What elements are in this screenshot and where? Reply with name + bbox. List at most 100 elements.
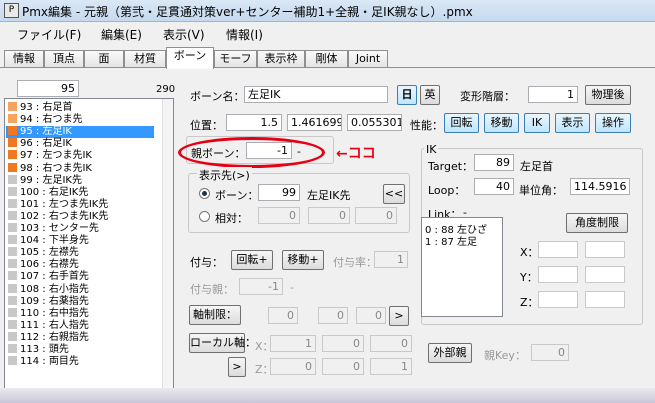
ik-target-name: 左足首: [520, 160, 553, 173]
tab-rigid-body[interactable]: 剛体: [305, 50, 348, 68]
ik-loop-input[interactable]: 40: [474, 178, 514, 195]
bone-list-item[interactable]: 100 : 右足IK先: [6, 186, 88, 199]
position-x-input[interactable]: 1.5: [226, 114, 282, 131]
bone-list-item[interactable]: 97 : 左つま先IK: [6, 150, 92, 162]
local-x1-input[interactable]: 1: [270, 335, 316, 352]
menu-bar: ファイル(F) 編集(E) 表示(V) 情報(I): [0, 22, 655, 44]
bone-color-marker: [8, 223, 17, 232]
ik-z-min-input[interactable]: [538, 291, 578, 308]
window-title: Pmx編集 - 元親（第弐・足貫通対策ver+センター補助1+全親・足IK親なし…: [22, 5, 473, 19]
bone-list-item[interactable]: 111 : 右人指先: [6, 319, 89, 332]
physics-after-button[interactable]: 物理後: [585, 85, 631, 105]
bone-list-item-label: 95 : 左足IK: [20, 126, 72, 138]
relative-x-input[interactable]: 0: [258, 207, 300, 224]
bone-color-marker: [8, 319, 17, 329]
ik-link-item[interactable]: 1 : 87 左足: [425, 233, 477, 248]
bone-list-item[interactable]: 101 : 左つま先IK先: [6, 198, 108, 211]
ik-link-list[interactable]: 0 : 88 左ひざ 1 : 87 左足: [421, 217, 503, 317]
perf-move-button[interactable]: 移動: [484, 113, 519, 133]
grant-rotate-button[interactable]: 回転+: [231, 250, 273, 270]
bone-list-item[interactable]: 110 : 右中指先: [6, 307, 89, 320]
grant-parent-input[interactable]: -1: [239, 278, 283, 295]
local-z-go-button[interactable]: >: [228, 357, 246, 377]
bone-list-item[interactable]: 103 : センター先: [6, 223, 99, 235]
axis-go-button[interactable]: >: [389, 306, 409, 326]
radio-relative[interactable]: [199, 211, 210, 222]
perf-display-button[interactable]: 表示: [555, 113, 590, 133]
local-x3-input[interactable]: 0: [370, 335, 412, 352]
ik-y-max-input[interactable]: [585, 266, 625, 283]
bone-list-item[interactable]: 112 : 右親指先: [6, 331, 89, 344]
scrollbar[interactable]: [162, 99, 173, 397]
parent-key-label: 親Key：: [484, 349, 526, 362]
bone-list-item[interactable]: 109 : 右薬指先: [6, 295, 89, 308]
axis-limit-button[interactable]: 軸制限：: [189, 305, 241, 325]
parent-key-input[interactable]: 0: [531, 344, 569, 361]
ik-z-max-input[interactable]: [585, 291, 625, 308]
axis-x-input[interactable]: 0: [268, 307, 298, 324]
bone-list-item[interactable]: 113 : 頭先: [6, 344, 69, 356]
local-axis-button[interactable]: ローカル軸：: [189, 333, 256, 353]
axis-y-input[interactable]: 0: [318, 307, 348, 324]
bone-list-item[interactable]: 96 : 右足IK: [6, 138, 72, 150]
menu-info[interactable]: 情報(I): [226, 26, 263, 43]
angle-limit-button[interactable]: 角度制限: [566, 213, 628, 233]
bone-list-item[interactable]: 98 : 右つま先IK: [6, 162, 92, 175]
bone-list-item-label: 102 : 右つま先IK先: [20, 210, 109, 222]
bone-list-item-label: 110 : 右中指先: [20, 307, 89, 319]
local-x2-input[interactable]: 0: [322, 335, 364, 352]
tab-vertex[interactable]: 頂点: [44, 50, 84, 68]
position-z-input[interactable]: 0.0553014: [347, 114, 402, 131]
local-z3-input[interactable]: 1: [370, 358, 412, 375]
bone-list-item[interactable]: 94 : 右つま先: [6, 114, 82, 126]
dest-jump-button[interactable]: <<: [383, 184, 405, 204]
perf-rotate-button[interactable]: 回転: [444, 113, 479, 133]
tab-joint[interactable]: Joint: [348, 50, 388, 68]
ik-x-min-input[interactable]: [538, 241, 578, 258]
radio-bone[interactable]: [199, 188, 210, 199]
bone-list[interactable]: 93 : 右足首 94 : 右つま先 95 : 左足IK 96 : 右足IK 97 : …: [4, 98, 174, 398]
dest-bone-input[interactable]: 99: [258, 184, 300, 201]
grant-rate-input[interactable]: 1: [374, 251, 408, 268]
tab-face[interactable]: 面: [84, 50, 124, 68]
bone-list-item[interactable]: 108 : 右小指先: [6, 283, 89, 296]
menu-file[interactable]: ファイル(F): [17, 26, 81, 43]
transform-level-input[interactable]: 1: [528, 86, 578, 103]
bone-list-item[interactable]: 114 : 両目先: [6, 356, 79, 368]
lang-en-button[interactable]: 英: [420, 85, 440, 105]
axis-z-input[interactable]: 0: [356, 307, 386, 324]
tab-morph[interactable]: モーフ: [214, 50, 257, 68]
bone-list-item[interactable]: 105 : 左襟先: [6, 247, 79, 259]
menu-view[interactable]: 表示(V): [163, 26, 205, 43]
local-z1-input[interactable]: 0: [270, 358, 316, 375]
grant-move-button[interactable]: 移動+: [282, 250, 324, 270]
external-parent-button[interactable]: 外部親: [428, 343, 472, 363]
menu-edit[interactable]: 編集(E): [101, 26, 142, 43]
relative-z-input[interactable]: 0: [355, 207, 397, 224]
local-z2-input[interactable]: 0: [322, 358, 364, 375]
lang-jp-button[interactable]: 日: [397, 85, 417, 105]
perf-ik-button[interactable]: IK: [524, 113, 550, 133]
bone-list-item[interactable]: 107 : 右手首先: [6, 271, 89, 283]
perf-operate-button[interactable]: 操作: [595, 113, 631, 133]
tab-material[interactable]: 材質: [124, 50, 166, 68]
position-y-input[interactable]: 1.461699: [287, 114, 342, 131]
bone-list-item[interactable]: 93 : 右足首: [6, 102, 72, 114]
ik-unit-angle-input[interactable]: 114.5916: [570, 178, 630, 195]
tab-bone[interactable]: ボーン: [166, 47, 214, 69]
bone-list-item[interactable]: 104 : 下半身先: [6, 235, 89, 247]
bone-list-item[interactable]: 102 : 右つま先IK先: [6, 210, 109, 223]
ik-y-min-input[interactable]: [538, 266, 578, 283]
bone-list-item[interactable]: 106 : 右襟先: [6, 259, 79, 271]
selected-index-input[interactable]: 95: [17, 80, 79, 97]
ik-target-input[interactable]: 89: [474, 154, 514, 171]
bone-color-marker: [8, 150, 17, 160]
bone-name-input[interactable]: 左足IK: [244, 86, 388, 103]
bone-list-item[interactable]: 95 : 左足IK: [6, 126, 154, 139]
relative-y-input[interactable]: 0: [308, 207, 350, 224]
bone-list-item-label: 94 : 右つま先: [20, 114, 83, 126]
tab-display-frame[interactable]: 表示枠: [257, 50, 305, 68]
bone-list-item[interactable]: 99 : 左足IK先: [6, 174, 82, 187]
ik-x-max-input[interactable]: [585, 241, 625, 258]
tab-info[interactable]: 情報: [4, 50, 44, 68]
